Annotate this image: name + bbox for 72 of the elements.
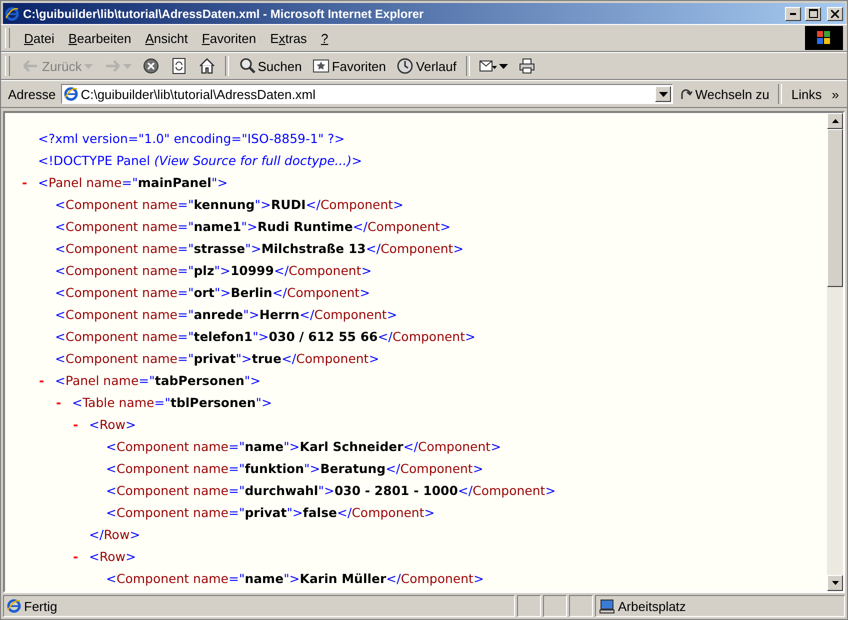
minimize-icon [790, 12, 796, 14]
dropdown-button[interactable] [655, 86, 672, 102]
stop-icon [142, 57, 160, 75]
caret-icon [658, 92, 668, 96]
scroll-thumb[interactable] [827, 129, 843, 287]
menu-item[interactable]: ? [314, 28, 334, 48]
scroll-up-button[interactable] [827, 113, 843, 129]
collapse-toggle[interactable]: - [73, 548, 89, 564]
ie-icon [5, 6, 19, 20]
xml-line: <Panel name="mainPanel"> [38, 174, 228, 190]
history-button[interactable]: Verlauf [392, 55, 461, 77]
maximize-button[interactable] [805, 6, 821, 20]
xml-line: <Table name="tblPersonen"> [72, 394, 272, 410]
home-icon [198, 57, 216, 75]
xml-line: <Component name="durchwahl">030 - 2801 - 1000</Component> [106, 482, 556, 498]
search-icon [238, 57, 256, 75]
close-icon [831, 10, 839, 18]
page-icon [7, 599, 21, 613]
status-pane [543, 595, 567, 617]
xml-line: <Component name="plz">10999</Component> [55, 262, 372, 278]
refresh-icon [170, 57, 188, 75]
go-arrow-icon [679, 87, 694, 101]
favorites-button[interactable]: Favoriten [308, 55, 390, 77]
xml-line: <Row> [89, 548, 136, 564]
address-label: Adresse [7, 86, 57, 102]
xml-line: <Panel name="tabPersonen"> [55, 372, 261, 388]
window-title: C:\guibuilder\lib\tutorial\AdressDaten.xml - Microsoft Internet Explorer [23, 6, 425, 20]
menu-item[interactable]: Favoriten [196, 28, 262, 48]
xml-line: <Component name="name1">Rudi Runtime</Component> [55, 218, 451, 234]
status-text: Fertig [24, 598, 58, 614]
collapse-toggle[interactable]: - [73, 416, 89, 432]
xml-line: <Component name="ort">Berlin</Component> [55, 284, 370, 300]
xml-line: <Component name="name">Karin Müller</Component> [106, 570, 484, 586]
collapse-toggle[interactable]: - [22, 174, 38, 190]
xml-line: <Component name="strasse">Milchstraße 13</Component> [55, 240, 464, 256]
xml-line: <Row> [89, 416, 136, 432]
menu-item[interactable]: Extras [264, 28, 313, 48]
down-arrow-icon [832, 581, 838, 585]
maximize-icon [808, 9, 818, 18]
windows-logo-icon [805, 26, 843, 50]
xml-line: <Component name="name">Karl Schneider</Component> [106, 438, 502, 454]
printer-icon [518, 57, 536, 75]
xml-line: <Component name="anrede">Herrn</Component> [55, 306, 398, 322]
xml-line: <Component name="privat">false</Component> [106, 504, 435, 520]
close-button[interactable] [827, 6, 843, 20]
up-arrow-icon [832, 119, 838, 123]
xml-line: <!DOCTYPE Panel (View Source for full doctype...)> [38, 152, 362, 168]
xml-line: <Component name="telefon1">030 / 612 55 66</Component> [55, 328, 476, 344]
history-clock-icon [396, 57, 414, 75]
menu-item[interactable]: Ansicht [139, 28, 194, 48]
xml-line: <?xml version="1.0" encoding="ISO-8859-1" ?> [38, 130, 345, 146]
xml-line: <Component name="funktion">Beratung</Component> [106, 460, 484, 476]
address-field[interactable]: C:\guibuilder\lib\tutorial\AdressDaten.xml [60, 84, 674, 104]
search-button[interactable]: Suchen [234, 55, 306, 77]
xml-line: <Component name="privat">true</Component> [55, 350, 380, 366]
minimize-button[interactable] [785, 6, 801, 20]
collapse-toggle[interactable]: - [56, 394, 72, 410]
zone-text: Arbeitsplatz [618, 598, 686, 614]
page-icon [64, 87, 78, 101]
computer-icon [599, 598, 615, 614]
scroll-down-button[interactable] [827, 575, 843, 591]
scrollbar[interactable] [827, 113, 843, 591]
menu-item[interactable]: Datei [18, 28, 60, 48]
collapse-toggle[interactable]: - [39, 372, 55, 388]
xml-line: <Component name="kennung">RUDI</Component> [55, 196, 404, 212]
status-pane [569, 595, 593, 617]
go-button[interactable]: Wechseln zu [675, 84, 774, 104]
menu-item[interactable]: Bearbeiten [62, 28, 138, 48]
more-button[interactable]: » [828, 84, 843, 104]
xml-line: </Row> [89, 526, 140, 542]
links-button[interactable]: Links [787, 84, 826, 104]
status-pane [517, 595, 541, 617]
